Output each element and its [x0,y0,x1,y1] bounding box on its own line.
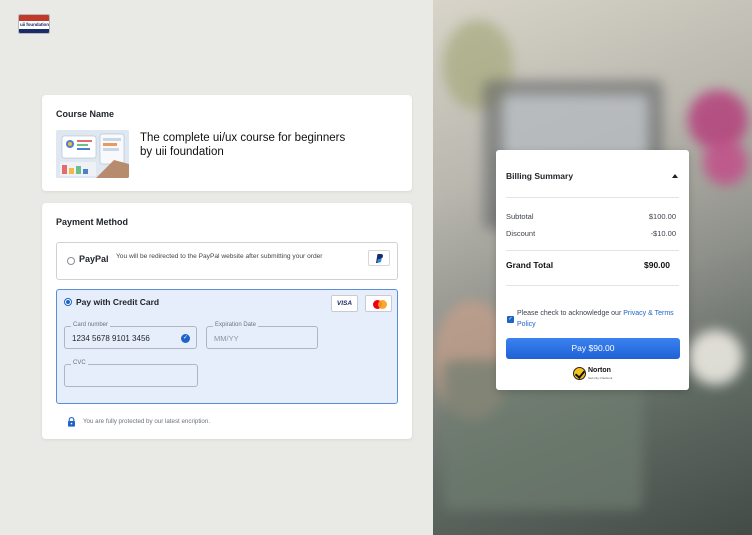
norton-check-icon [573,367,586,380]
billing-divider-middle [506,250,679,251]
norton-badge: Norton Security Checkout [573,367,615,382]
photo-cup-blur [688,330,743,385]
mastercard-orange-circle [378,300,387,309]
logo-top-stripe [19,15,49,21]
acknowledge-text: Please check to acknowledge our Privacy … [517,309,677,330]
discount-label: Discount [506,229,536,238]
discount-amount: -$10.00 [650,229,676,238]
subtotal-label: Subtotal [506,212,534,221]
logo-bottom-stripe [19,29,49,33]
uii-foundation-logo[interactable]: uii foundation [18,14,50,34]
credit-card-radio[interactable] [64,298,72,306]
paypal-label: PayPal [79,254,109,264]
card-number-label: Card number [71,322,111,328]
mastercard-icon [365,295,392,312]
valid-check-icon: ✓ [181,334,190,343]
expiration-date-field[interactable]: Expiration Date MM/YY [206,322,318,349]
grand-total-row: Grand Total $90.00 [506,260,670,270]
paypal-logo-icon [368,250,390,266]
billing-divider-top [506,197,679,198]
left-pane: uii foundation Course Name The complete … [0,0,433,535]
grand-total-amount: $90.00 [644,260,670,270]
expiration-date-label: Expiration Date [213,322,259,328]
acknowledge-checkbox[interactable]: ✓ [507,316,514,323]
grand-total-label: Grand Total [506,260,554,270]
visa-icon: VISA [331,295,358,312]
subtotal-row: Subtotal $100.00 [506,212,676,221]
lock-icon [68,417,75,427]
course-thumbnail-art [56,130,129,178]
course-title: The complete ui/ux course for beginners … [140,132,346,158]
cvc-label: CVC [71,360,88,366]
acknowledge-prefix: Please check to acknowledge our [517,310,624,317]
norton-subtitle: Security Checkout [588,376,613,380]
course-card: Course Name The complete ui/ux course fo… [42,95,412,191]
card-number-field[interactable]: Card number 1234 5678 9101 3456 ✓ [64,322,197,349]
course-thumbnail-image [56,130,129,178]
paypal-p-icon [376,253,383,263]
logo-text: uii foundation [20,22,49,27]
cvc-field[interactable]: CVC [64,360,198,387]
subtotal-amount: $100.00 [648,212,676,221]
billing-summary-card: Billing Summary Subtotal $100.00 Discoun… [496,150,689,390]
credit-card-label: Pay with Credit Card [76,297,160,307]
collapse-caret-icon[interactable] [672,174,678,178]
payment-section-title: Payment Method [56,217,129,227]
payment-method-card: Payment Method PayPal You will be redire… [42,203,412,439]
course-section-title: Course Name [56,109,115,119]
credit-card-option[interactable]: Pay with Credit Card VISA Card number 12… [56,289,398,404]
norton-label: Norton [588,367,611,374]
pay-button[interactable]: Pay $90.00 [506,338,680,359]
expiration-date-placeholder[interactable]: MM/YY [214,334,239,343]
security-note-text: You are fully protected by our latest en… [83,418,211,425]
paypal-description: You will be redirected to the PayPal web… [116,253,323,260]
card-number-value[interactable]: 1234 5678 9101 3456 [72,334,150,343]
billing-summary-title[interactable]: Billing Summary [506,171,573,181]
paypal-radio[interactable] [67,257,75,265]
discount-row: Discount -$10.00 [506,229,676,238]
photo-flower-blur-2 [703,140,748,185]
billing-divider-bottom [506,285,679,286]
paypal-option[interactable]: PayPal You will be redirected to the Pay… [56,242,398,280]
